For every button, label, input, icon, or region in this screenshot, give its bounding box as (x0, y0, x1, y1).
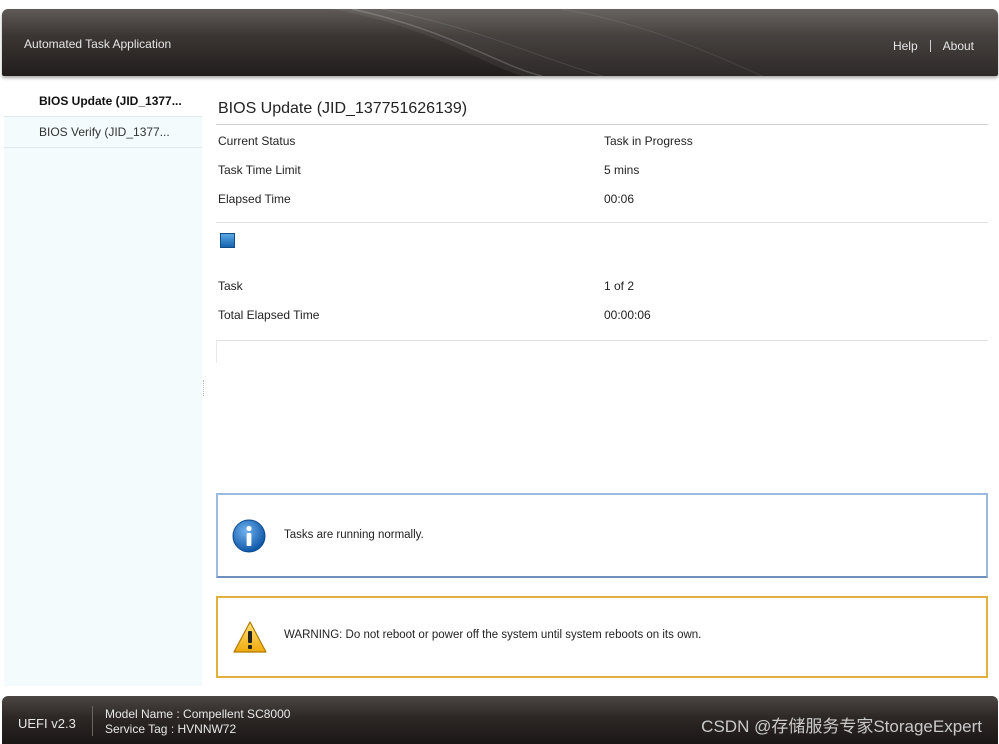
info-icon (232, 519, 266, 556)
model-name: Model Name : Compellent SC8000 (105, 707, 291, 721)
summary-value: 00:00:06 (604, 308, 651, 322)
detail-value: 00:06 (604, 192, 635, 206)
summary-label: Total Elapsed Time (218, 308, 320, 322)
info-message-box: Tasks are running normally. (216, 493, 988, 578)
nav-separator (929, 40, 931, 52)
sidebar-item-bios-verify[interactable]: BIOS Verify (JID_1377... (4, 117, 202, 148)
task-log-area (216, 340, 988, 363)
watermark-text: CSDN @存储服务专家StorageExpert (701, 717, 982, 736)
detail-label: Task Time Limit (218, 163, 301, 177)
page-title: BIOS Update (JID_137751626139) (216, 86, 988, 125)
detail-row-current-status: Current Status Task in Progress (216, 125, 988, 154)
detail-value: Task in Progress (604, 134, 693, 148)
task-sidebar: BIOS Update (JID_1377... BIOS Verify (JI… (4, 86, 202, 686)
progress-bar (218, 228, 978, 248)
summary-value: 1 of 2 (604, 279, 635, 293)
detail-value: 5 mins (604, 163, 640, 177)
warning-icon (232, 620, 268, 657)
detail-row-elapsed-time: Elapsed Time 00:06 (216, 183, 988, 212)
progress-area (216, 223, 988, 270)
uefi-version: UEFI v2.3 (18, 716, 76, 731)
app-header: Automated Task Application Help About (2, 9, 998, 76)
detail-label: Current Status (218, 134, 296, 148)
pane-splitter-handle[interactable] (203, 380, 206, 396)
header-nav: Help About (893, 39, 974, 53)
footer-separator (92, 706, 93, 736)
summary-row-task: Task 1 of 2 (216, 270, 988, 299)
app-title: Automated Task Application (24, 37, 172, 51)
warning-message-text: WARNING: Do not reboot or power off the … (284, 629, 702, 641)
system-info: Model Name : Compellent SC8000 Service T… (105, 707, 290, 737)
warning-message-box: WARNING: Do not reboot or power off the … (216, 596, 988, 678)
detail-row-time-limit: Task Time Limit 5 mins (216, 154, 988, 183)
summary-row-total-elapsed: Total Elapsed Time 00:00:06 (216, 299, 988, 328)
task-details-panel: BIOS Update (JID_137751626139) Current S… (216, 86, 988, 363)
progress-bar-fill (220, 233, 235, 248)
help-link[interactable]: Help (893, 39, 918, 53)
about-link[interactable]: About (943, 39, 974, 53)
app-footer: UEFI v2.3 Model Name : Compellent SC8000… (2, 696, 998, 744)
summary-label: Task (218, 279, 243, 293)
sidebar-item-bios-update[interactable]: BIOS Update (JID_1377... (4, 86, 202, 117)
service-tag: Service Tag : HVNNW72 (105, 722, 237, 736)
info-message-text: Tasks are running normally. (284, 529, 424, 541)
detail-label: Elapsed Time (218, 192, 291, 206)
